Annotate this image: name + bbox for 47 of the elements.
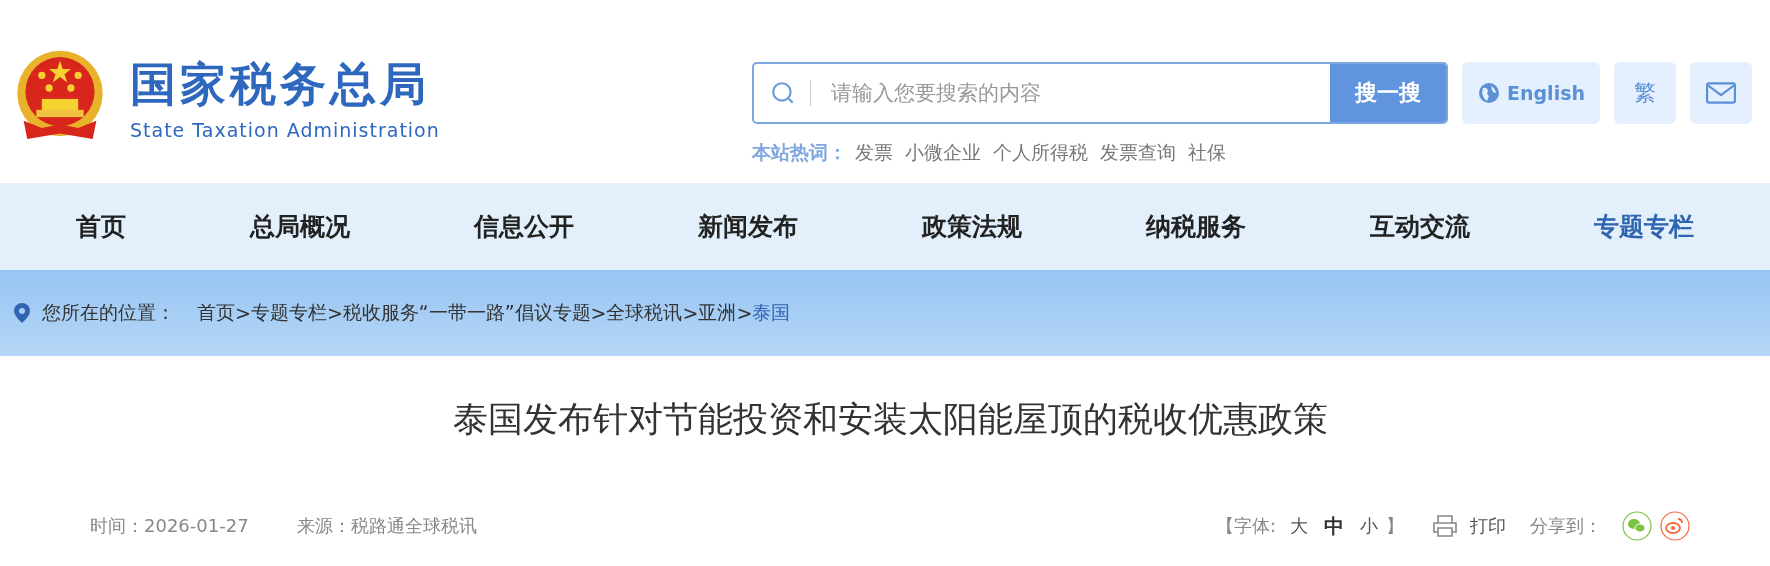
hot-word-link[interactable]: 发票 [855, 140, 893, 166]
hot-word-link[interactable]: 社保 [1188, 140, 1226, 166]
search-icon [770, 80, 796, 106]
breadcrumb-separator: > [590, 302, 607, 324]
weibo-share-icon[interactable] [1660, 511, 1690, 541]
share-label: 分享到： [1530, 514, 1602, 538]
nav-tab[interactable]: 专题专栏 [1594, 210, 1694, 243]
article-source: 来源：税路通全球税讯 [296, 514, 477, 538]
nav-tab[interactable]: 总局概况 [250, 210, 350, 243]
nav-tab[interactable]: 纳税服务 [1146, 210, 1246, 243]
breadcrumb-link[interactable]: 亚洲 [698, 300, 737, 326]
hot-word-link[interactable]: 小微企业 [905, 140, 981, 166]
printer-icon[interactable] [1432, 514, 1458, 538]
breadcrumb-link[interactable]: 泰国 [752, 300, 791, 326]
font-size-option[interactable]: 小 [1360, 514, 1378, 538]
breadcrumb-link[interactable]: 全球税讯 [606, 300, 683, 326]
nav-tab[interactable]: 互动交流 [1370, 210, 1470, 243]
wechat-share-icon[interactable] [1622, 511, 1652, 541]
article-title: 泰国发布针对节能投资和安装太阳能屋顶的税收优惠政策 [451, 398, 1329, 441]
hot-word-link[interactable]: 发票查询 [1100, 140, 1176, 166]
hot-word-link[interactable]: 个人所得税 [993, 140, 1088, 166]
breadcrumb-label: 您所在的位置： [42, 300, 175, 325]
breadcrumb-link[interactable]: 税收服务“一带一路”倡议专题 [342, 300, 591, 326]
site-title: 国家税务总局 [130, 56, 431, 113]
font-size-bracket: 】 [1386, 514, 1404, 538]
nav-tab[interactable]: 新闻发布 [698, 210, 798, 243]
breadcrumb-separator: > [736, 302, 753, 324]
location-pin-icon [14, 303, 30, 323]
print-link[interactable]: 打印 [1470, 514, 1506, 538]
font-size-label: 字体: [1233, 514, 1276, 538]
font-size-option[interactable]: 大 [1290, 514, 1308, 538]
font-size-bracket: 【 [1215, 514, 1234, 538]
nav-tab[interactable]: 信息公开 [474, 210, 574, 243]
breadcrumb-separator: > [326, 302, 343, 324]
nav-tab[interactable]: 政策法规 [922, 210, 1022, 243]
breadcrumb-link[interactable]: 专题专栏 [250, 300, 327, 326]
nav-tab[interactable]: 首页 [76, 210, 126, 243]
font-size-option[interactable]: 中 [1324, 512, 1344, 540]
breadcrumb-separator: > [682, 302, 699, 324]
breadcrumb-link[interactable]: 首页 [197, 300, 235, 326]
mail-button[interactable] [1690, 62, 1752, 124]
breadcrumb-separator: > [235, 302, 251, 324]
publish-time: 时间：2026-01-27 [90, 514, 249, 538]
mail-icon [1706, 82, 1736, 104]
globe-icon [1477, 81, 1501, 105]
hot-words-label: 本站热词： [752, 140, 847, 165]
site-subtitle: State Taxation Administration [130, 119, 440, 141]
